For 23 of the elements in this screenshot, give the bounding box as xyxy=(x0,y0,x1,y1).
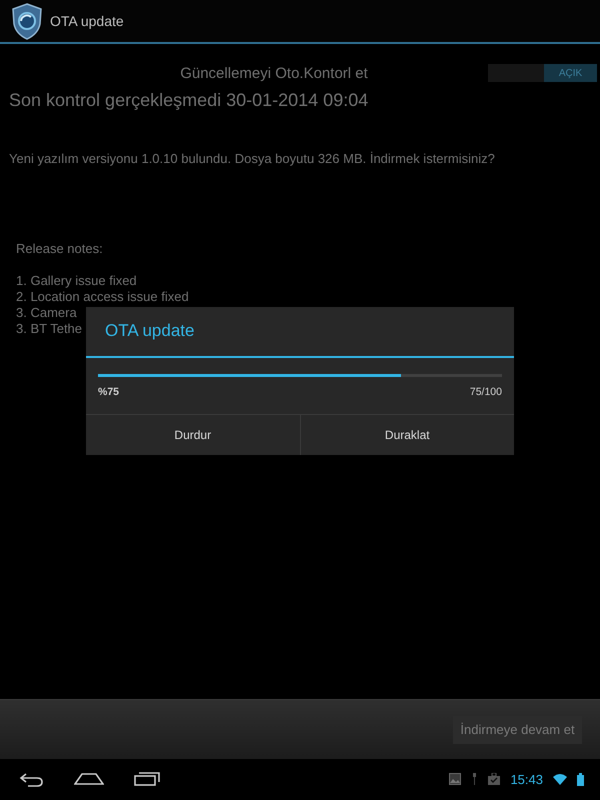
clock-time: 15:43 xyxy=(510,772,543,786)
home-icon[interactable] xyxy=(74,770,104,785)
release-notes-heading: Release notes: xyxy=(16,241,103,257)
progress-percent: %75 xyxy=(98,386,120,398)
battery-icon xyxy=(577,772,584,786)
wifi-icon xyxy=(553,773,567,785)
update-message: Yeni yazılım versiyonu 1.0.10 bulundu. Dosya boyutu 326 MB. İndirmek istermisiniz? xyxy=(8,151,496,166)
briefcase-check-icon[interactable] xyxy=(488,773,500,785)
usb-icon[interactable] xyxy=(471,773,478,785)
image-icon[interactable] xyxy=(449,773,462,785)
release-note: 2. Location access issue fixed xyxy=(16,289,189,305)
dialog-button[interactable]: Duraklat xyxy=(300,415,514,455)
progress-count: 75/100 xyxy=(470,386,502,398)
dialog-button[interactable]: Durdur xyxy=(86,415,300,455)
app-logo-icon xyxy=(10,2,44,40)
release-note: 1. Gallery issue fixed xyxy=(16,273,137,289)
auto-check-label: Güncellemeyi Oto.Kontorl et xyxy=(179,64,369,82)
last-check-text: Son kontrol gerçekleşmedi 30-01-2014 09:04 xyxy=(8,90,370,111)
dialog-title: OTA update xyxy=(86,307,514,358)
app-title: OTA update xyxy=(50,13,124,29)
recent-apps-icon[interactable] xyxy=(134,770,161,786)
release-note: 3. Camera xyxy=(16,305,77,321)
release-note: 3. BT Tethe xyxy=(16,321,82,337)
